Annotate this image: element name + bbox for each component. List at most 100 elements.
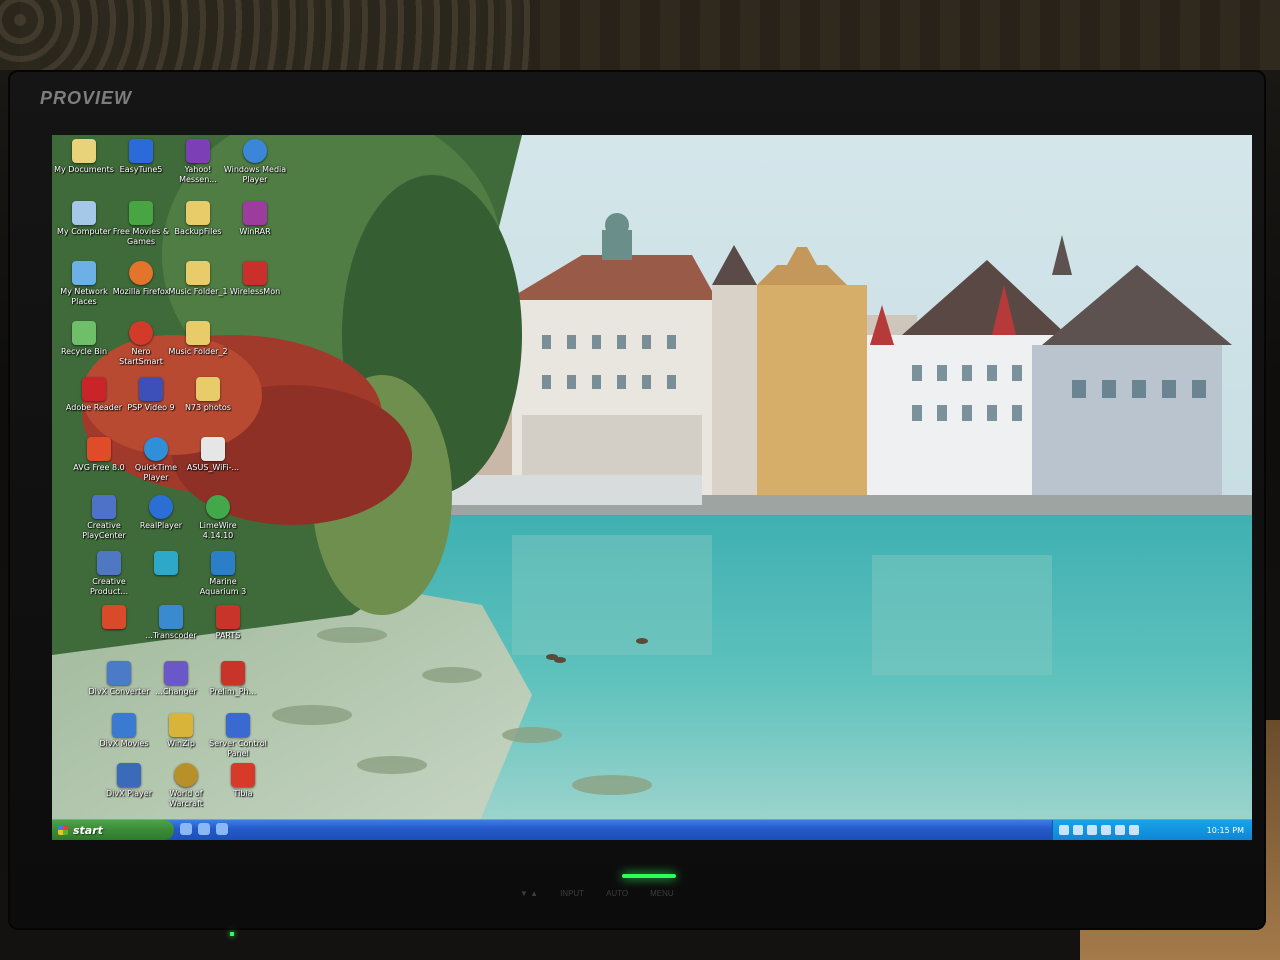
divx-movies-icon[interactable]: DivX Movies: [92, 713, 156, 749]
windows-tray-icon[interactable]: [1129, 825, 1139, 835]
winrar-icon[interactable]: WinRAR: [223, 201, 287, 237]
show-desktop-icon[interactable]: [180, 823, 192, 835]
media-player-quick-icon[interactable]: [216, 823, 228, 835]
parts-icon[interactable]: PARTS: [196, 605, 260, 641]
nero-startsmart-icon[interactable]: Nero StartSmart: [109, 321, 173, 367]
server-icon: [226, 713, 250, 737]
recycle-icon: [72, 321, 96, 345]
icon-label: WinZip: [167, 739, 195, 748]
divx-converter-icon[interactable]: DivX Converter: [87, 661, 151, 697]
icon-label: Creative Product...: [89, 577, 128, 596]
gift-icon: [129, 201, 153, 225]
my-documents-icon[interactable]: My Documents: [52, 139, 116, 175]
winzip-icon[interactable]: WinZip: [149, 713, 213, 749]
yahoo-messenger-icon[interactable]: Yahoo! Messen...: [166, 139, 230, 185]
psp-video-9-icon[interactable]: PSP Video 9: [119, 377, 183, 413]
taskbar-clock[interactable]: 10:15 PM: [1207, 826, 1244, 835]
asus-wifi-icon[interactable]: ASUS_WiFi-...: [181, 437, 245, 473]
icon-label: QuickTime Player: [134, 463, 178, 482]
curtain-background: [0, 0, 530, 70]
windows-logo-icon: [58, 825, 68, 835]
antivirus-tray-icon[interactable]: [1115, 825, 1125, 835]
realplayer-icon: [149, 495, 173, 519]
monitor-brand-logo: PROVIEW: [40, 88, 133, 108]
n73-photos-icon[interactable]: N73 photos: [176, 377, 240, 413]
mozilla-firefox-icon[interactable]: Mozilla Firefox: [109, 261, 173, 297]
realplayer-icon[interactable]: RealPlayer: [129, 495, 193, 531]
icon-label: PSP Video 9: [127, 403, 175, 412]
start-button[interactable]: start: [52, 820, 174, 840]
icon-label: EasyTune5: [119, 165, 163, 174]
power-led: [622, 874, 676, 878]
network-tray-icon[interactable]: [1087, 825, 1097, 835]
music-folder-2-icon[interactable]: Music Folder_2: [166, 321, 230, 357]
desktop-screen: My Documents EasyTune5 Yahoo! Messen... …: [52, 135, 1252, 840]
icon-label: AVG Free 8.0: [73, 463, 125, 472]
status-led: [230, 932, 234, 936]
winzip-icon: [169, 713, 193, 737]
icon-label: WinRAR: [239, 227, 271, 236]
input-button[interactable]: INPUT: [560, 889, 584, 898]
icon-label: DivX Converter: [88, 687, 150, 696]
recycle-bin-icon[interactable]: Recycle Bin: [52, 321, 116, 357]
easytune5-icon[interactable]: EasyTune5: [109, 139, 173, 175]
arrow-buttons[interactable]: ▼ ▲: [520, 889, 538, 898]
taskbar: start 10:15 PM: [52, 819, 1252, 840]
adobe-reader-icon[interactable]: Adobe Reader: [62, 377, 126, 413]
security-shield-icon[interactable]: [1073, 825, 1083, 835]
icon-label: Recycle Bin: [60, 347, 108, 356]
cyan-app-icon[interactable]: [134, 551, 198, 577]
divx-player-icon[interactable]: DivX Player: [97, 763, 161, 799]
icon-label: Yahoo! Messen...: [179, 165, 217, 184]
music-folder-1-icon[interactable]: Music Folder_1: [166, 261, 230, 297]
my-computer-icon[interactable]: My Computer: [52, 201, 116, 237]
server-control-panel-icon[interactable]: Server Control Panel: [206, 713, 270, 759]
red-app-icon[interactable]: [82, 605, 146, 631]
folder-icon: [196, 377, 220, 401]
firefox-icon: [129, 261, 153, 285]
world-of-warcraft-icon[interactable]: World of Warcraft: [154, 763, 218, 809]
prelim-ph-icon[interactable]: Prelim_Ph...: [201, 661, 265, 697]
archive-icon: [243, 201, 267, 225]
folder-icon: [186, 321, 210, 345]
limewire-icon[interactable]: LimeWire 4.14.10: [186, 495, 250, 541]
quicktime-player-icon[interactable]: QuickTime Player: [124, 437, 188, 483]
icon-label: BackupFiles: [174, 227, 222, 236]
wireless-icon: [243, 261, 267, 285]
document-icon: [201, 437, 225, 461]
free-movies-games-icon[interactable]: Free Movies & Games: [109, 201, 173, 247]
marine-aquarium-icon[interactable]: Marine Aquarium 3: [191, 551, 255, 597]
icon-label: Windows Media Player: [223, 165, 287, 184]
divx-icon: [107, 661, 131, 685]
auto-button[interactable]: AUTO: [606, 889, 628, 898]
limewire-icon: [206, 495, 230, 519]
menu-button[interactable]: MENU: [650, 889, 674, 898]
tibia-icon[interactable]: Tibia: [211, 763, 275, 799]
icon-label: PARTS: [215, 631, 241, 640]
wirelessmon-icon[interactable]: WirelessMon: [223, 261, 287, 297]
folder-icon: [186, 261, 210, 285]
creative-playcenter-icon[interactable]: Creative PlayCenter: [72, 495, 136, 541]
easytune-icon: [129, 139, 153, 163]
monitor-controls: ▼ ▲ INPUT AUTO MENU: [520, 886, 790, 900]
icon-label: Adobe Reader: [65, 403, 123, 412]
icon-label: Marine Aquarium 3: [199, 577, 247, 596]
avg-free-icon[interactable]: AVG Free 8.0: [67, 437, 131, 473]
changer-icon[interactable]: ...Changer: [144, 661, 208, 697]
transcoder-icon[interactable]: ...Transcoder: [139, 605, 203, 641]
creative-product-icon[interactable]: Creative Product...: [77, 551, 141, 597]
start-label: start: [73, 823, 103, 837]
backupfiles-icon[interactable]: BackupFiles: [166, 201, 230, 237]
my-network-places-icon[interactable]: My Network Places: [52, 261, 116, 307]
volume-icon[interactable]: [1101, 825, 1111, 835]
windows-media-player-icon[interactable]: Windows Media Player: [223, 139, 287, 185]
icon-label: LimeWire 4.14.10: [199, 521, 237, 540]
media-player-icon: [243, 139, 267, 163]
desktop-icons: My Documents EasyTune5 Yahoo! Messen... …: [52, 135, 1252, 820]
internet-explorer-icon[interactable]: [198, 823, 210, 835]
icon-label: Nero StartSmart: [119, 347, 163, 366]
folder-icon: [72, 139, 96, 163]
tray-expand-icon[interactable]: [1059, 825, 1069, 835]
icon-label: Music Folder_2: [168, 347, 228, 356]
system-tray: 10:15 PM: [1052, 820, 1252, 840]
